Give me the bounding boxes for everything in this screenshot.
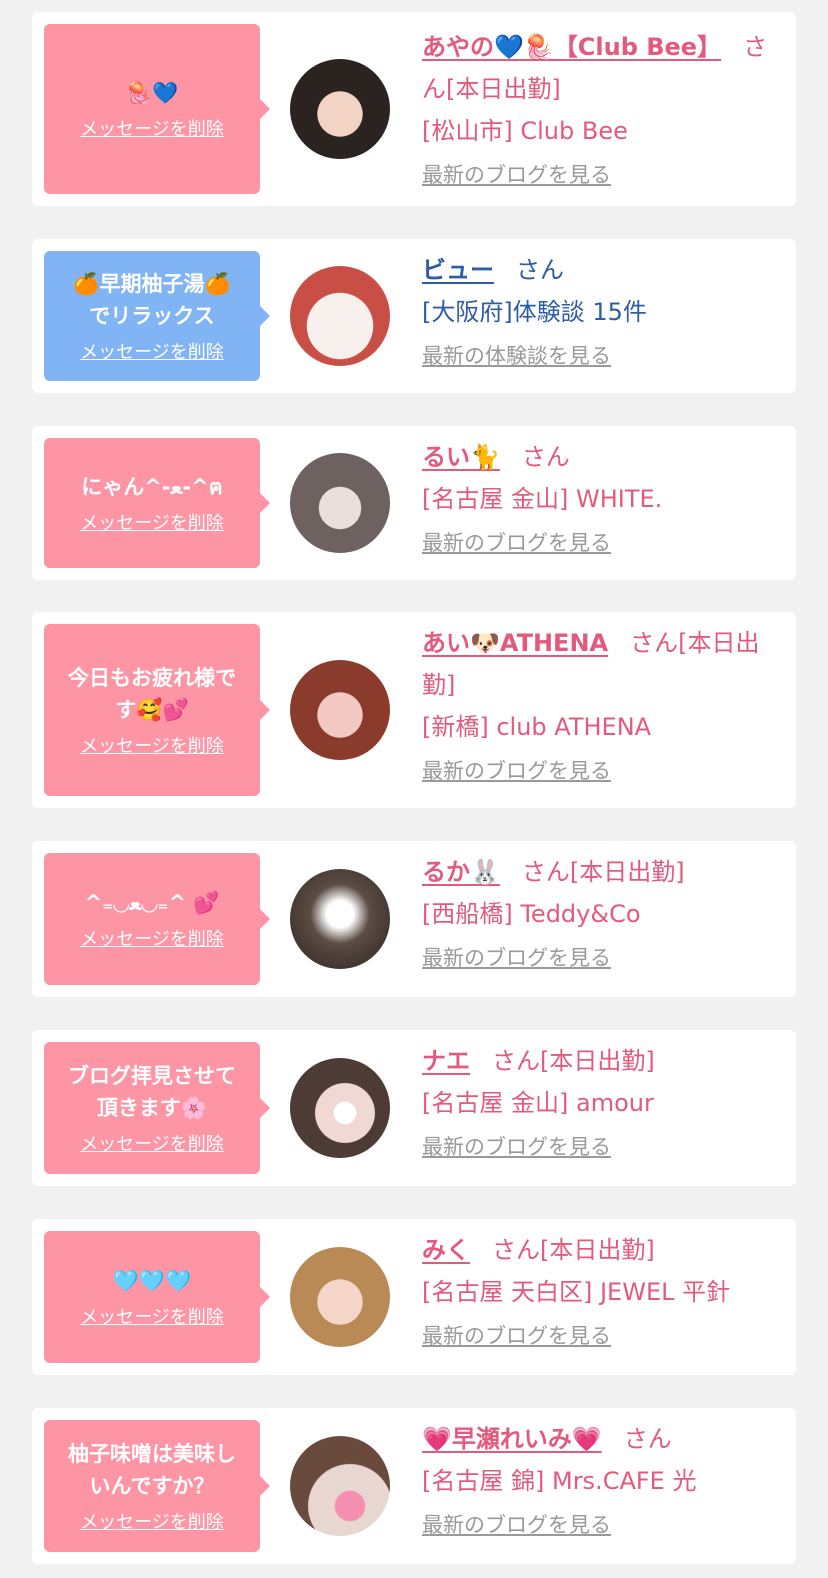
message-card: 今日もお疲れ様で す🥰💕 メッセージを削除 あい🐶ATHENA さん[本日出勤] … bbox=[32, 612, 796, 808]
avatar[interactable] bbox=[290, 869, 390, 969]
message-text: ブログ拝見させて 頂きます🌸 bbox=[68, 1064, 236, 1120]
sender-name-link[interactable]: るか🐰 bbox=[422, 858, 500, 886]
latest-blog-link[interactable]: 最新のブログを見る bbox=[422, 1132, 611, 1162]
status-text: さん[本日出勤] bbox=[492, 1236, 655, 1264]
latest-review-link[interactable]: 最新の体験談を見る bbox=[422, 341, 611, 371]
latest-blog-link[interactable]: 最新のブログを見る bbox=[422, 943, 611, 973]
message-card: 🍊早期柚子湯🍊 でリラックス メッセージを削除 ビュー さん [大阪府]体験談 1… bbox=[32, 239, 796, 393]
latest-blog-link[interactable]: 最新のブログを見る bbox=[422, 1321, 611, 1351]
message-bubble: ^₌◡ﻌ◡₌^ 💕 メッセージを削除 bbox=[44, 853, 270, 985]
status-text: さん bbox=[623, 1425, 672, 1453]
name-line: るい🐈 さん bbox=[422, 436, 782, 478]
message-text: 🪼💙 bbox=[125, 81, 179, 105]
sender-name-link[interactable]: あい🐶ATHENA bbox=[422, 629, 608, 657]
delete-message-link[interactable]: メッセージを削除 bbox=[80, 925, 224, 951]
message-bubble: 柚子味噌は美味し いんですか？ メッセージを削除 bbox=[44, 1420, 270, 1552]
avatar[interactable] bbox=[290, 1247, 390, 1347]
avatar[interactable] bbox=[290, 453, 390, 553]
message-text: 柚子味噌は美味し いんですか？ bbox=[68, 1442, 236, 1498]
avatar[interactable] bbox=[290, 660, 390, 760]
delete-message-link[interactable]: メッセージを削除 bbox=[80, 732, 224, 758]
delete-message-link[interactable]: メッセージを削除 bbox=[80, 1130, 224, 1156]
message-text: 🩵🩵🩵 bbox=[112, 1269, 192, 1293]
name-line: あやの💙🪼【Club Bee】 さん[本日出勤] bbox=[422, 26, 782, 110]
delete-message-link[interactable]: メッセージを削除 bbox=[80, 115, 224, 141]
shop-text: [新橋] club ATHENA bbox=[422, 713, 652, 741]
latest-blog-link[interactable]: 最新のブログを見る bbox=[422, 756, 611, 786]
message-bubble: 🩵🩵🩵 メッセージを削除 bbox=[44, 1231, 270, 1363]
message-card: にゃん^-ﻌ-^ฅ メッセージを削除 るい🐈 さん [名古屋 金山] WHITE.… bbox=[32, 426, 796, 580]
status-text: さん bbox=[516, 256, 564, 284]
status-text: さん[本日出勤] bbox=[521, 858, 685, 886]
shop-text: [名古屋 錦] Mrs.CAFE 光 bbox=[422, 1467, 697, 1495]
message-card: ブログ拝見させて 頂きます🌸 メッセージを削除 ナエ さん[本日出勤] [名古屋 … bbox=[32, 1030, 796, 1186]
delete-message-link[interactable]: メッセージを削除 bbox=[80, 509, 224, 535]
name-line: ナエ さん[本日出勤] bbox=[422, 1040, 782, 1082]
name-line: 💗早瀬れいみ💗 さん bbox=[422, 1418, 782, 1460]
avatar[interactable] bbox=[290, 1436, 390, 1536]
avatar[interactable] bbox=[290, 59, 390, 159]
sender-info: 💗早瀬れいみ💗 さん [名古屋 錦] Mrs.CAFE 光 最新のブログを見る bbox=[422, 1418, 782, 1540]
message-text: ^₌◡ﻌ◡₌^ 💕 bbox=[84, 891, 220, 915]
shop-text: [大阪府]体験談 15件 bbox=[422, 298, 647, 326]
shop-text: [名古屋 天白区] JEWEL 平針 bbox=[422, 1278, 731, 1306]
message-bubble: にゃん^-ﻌ-^ฅ メッセージを削除 bbox=[44, 438, 270, 568]
message-bubble: 今日もお疲れ様で す🥰💕 メッセージを削除 bbox=[44, 624, 270, 796]
message-text: にゃん^-ﻌ-^ฅ bbox=[81, 475, 223, 499]
status-text: さん[本日出勤] bbox=[492, 1047, 655, 1075]
sender-name-link[interactable]: 💗早瀬れいみ💗 bbox=[422, 1425, 602, 1453]
sender-name-link[interactable]: ビュー bbox=[422, 256, 494, 284]
latest-blog-link[interactable]: 最新のブログを見る bbox=[422, 528, 611, 558]
sender-info: るか🐰 さん[本日出勤] [西船橋] Teddy&Co 最新のブログを見る bbox=[422, 851, 782, 973]
latest-blog-link[interactable]: 最新のブログを見る bbox=[422, 1510, 611, 1540]
status-text: さん bbox=[521, 443, 570, 471]
shop-text: [名古屋 金山] WHITE. bbox=[422, 485, 663, 513]
sender-name-link[interactable]: るい🐈 bbox=[422, 443, 500, 471]
message-card: 柚子味噌は美味し いんですか？ メッセージを削除 💗早瀬れいみ💗 さん [名古屋 … bbox=[32, 1408, 796, 1564]
name-line: ビュー さん bbox=[422, 249, 782, 291]
avatar[interactable] bbox=[290, 1058, 390, 1158]
message-bubble: 🪼💙 メッセージを削除 bbox=[44, 24, 270, 194]
sender-name-link[interactable]: みく bbox=[422, 1236, 470, 1264]
sender-name-link[interactable]: あやの💙🪼【Club Bee】 bbox=[422, 33, 721, 61]
name-line: みく さん[本日出勤] bbox=[422, 1229, 782, 1271]
message-text: 🍊早期柚子湯🍊 でリラックス bbox=[73, 272, 231, 328]
shop-text: [松山市] Club Bee bbox=[422, 117, 628, 145]
sender-info: ナエ さん[本日出勤] [名古屋 金山] amour 最新のブログを見る bbox=[422, 1040, 782, 1162]
message-bubble: ブログ拝見させて 頂きます🌸 メッセージを削除 bbox=[44, 1042, 270, 1174]
sender-info: ビュー さん [大阪府]体験談 15件 最新の体験談を見る bbox=[422, 249, 782, 371]
delete-message-link[interactable]: メッセージを削除 bbox=[80, 1508, 224, 1534]
sender-info: あやの💙🪼【Club Bee】 さん[本日出勤] [松山市] Club Bee 最… bbox=[422, 26, 782, 190]
message-card: 🩵🩵🩵 メッセージを削除 みく さん[本日出勤] [名古屋 天白区] JEWEL … bbox=[32, 1219, 796, 1375]
message-card: ^₌◡ﻌ◡₌^ 💕 メッセージを削除 るか🐰 さん[本日出勤] [西船橋] Ted… bbox=[32, 841, 796, 997]
name-line: るか🐰 さん[本日出勤] bbox=[422, 851, 782, 893]
latest-blog-link[interactable]: 最新のブログを見る bbox=[422, 160, 611, 190]
shop-text: [名古屋 金山] amour bbox=[422, 1089, 654, 1117]
avatar[interactable] bbox=[290, 266, 390, 366]
delete-message-link[interactable]: メッセージを削除 bbox=[80, 1303, 224, 1329]
shop-text: [西船橋] Teddy&Co bbox=[422, 900, 641, 928]
message-card: 🪼💙 メッセージを削除 あやの💙🪼【Club Bee】 さん[本日出勤] [松山市… bbox=[32, 12, 796, 206]
sender-info: あい🐶ATHENA さん[本日出勤] [新橋] club ATHENA 最新のブロ… bbox=[422, 622, 782, 786]
delete-message-link[interactable]: メッセージを削除 bbox=[80, 338, 224, 364]
message-bubble: 🍊早期柚子湯🍊 でリラックス メッセージを削除 bbox=[44, 251, 270, 381]
name-line: あい🐶ATHENA さん[本日出勤] bbox=[422, 622, 782, 706]
sender-info: るい🐈 さん [名古屋 金山] WHITE. 最新のブログを見る bbox=[422, 436, 782, 558]
sender-info: みく さん[本日出勤] [名古屋 天白区] JEWEL 平針 最新のブログを見る bbox=[422, 1229, 782, 1351]
message-text: 今日もお疲れ様で す🥰💕 bbox=[68, 666, 236, 722]
sender-name-link[interactable]: ナエ bbox=[422, 1047, 470, 1075]
